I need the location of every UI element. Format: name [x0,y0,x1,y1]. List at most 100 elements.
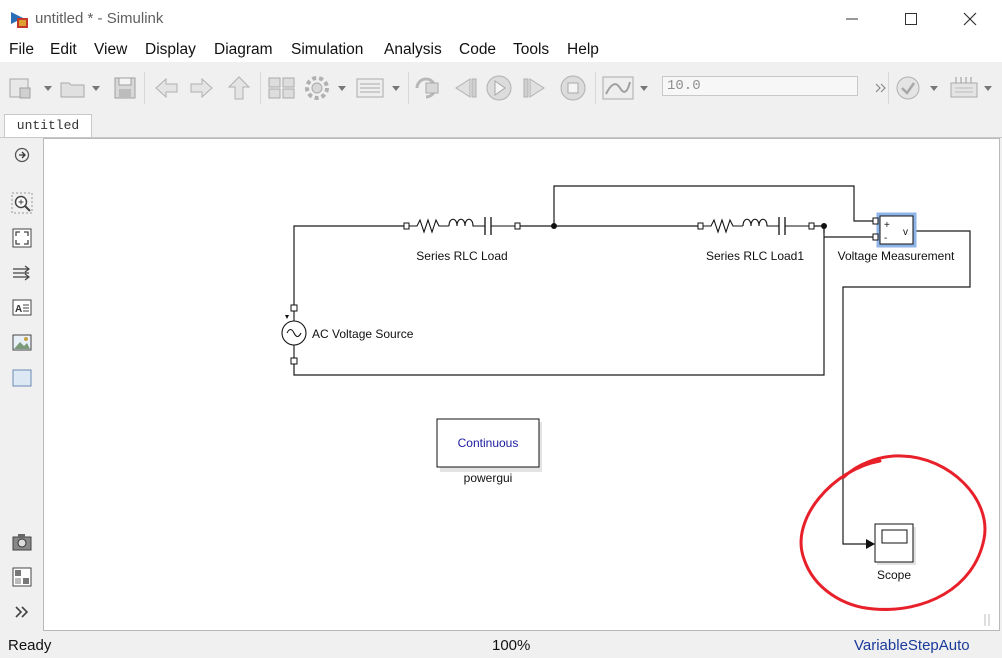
status-text: Ready [8,637,52,654]
image-icon [12,334,32,351]
window-title: untitled * - Simulink [35,10,164,27]
powergui-block[interactable]: Continuous powergui [436,418,542,485]
image-button[interactable] [10,332,34,354]
data-inspector-icon [602,76,648,100]
menu-edit[interactable]: Edit [50,41,77,59]
vm-minus-label: - [884,233,887,244]
up-button[interactable] [225,74,253,102]
model-tab-strip: untitled [0,114,1002,138]
stop-time-input[interactable]: 10.0 [662,76,858,96]
simulink-app-icon [11,12,28,28]
series-rlc-load1-block[interactable]: Series RLC Load1 [697,217,815,263]
svg-text:A: A [15,304,22,315]
new-model-icon [9,78,52,99]
vm-plus-label: + [884,220,890,231]
stepper-icon [415,77,439,99]
toolbar-separator [408,72,409,104]
minimize-icon [846,18,858,20]
maximize-icon [905,13,917,25]
save-button[interactable] [112,74,138,102]
maximize-button[interactable] [899,8,923,30]
resize-grip[interactable] [984,614,990,626]
explorer-toggle-icon [14,147,30,163]
step-forward-button[interactable] [520,74,550,102]
wire-source-to-rlc[interactable] [293,225,405,308]
simulation-stepper-button[interactable] [412,74,442,102]
library-browser-button[interactable] [266,74,298,102]
toolbar: 10.0 [0,62,1002,115]
menu-code[interactable]: Code [459,41,496,59]
arrow-right-icon [190,77,213,99]
status-bar: Ready 100% VariableStepAuto [0,632,1002,658]
annotation-button[interactable]: A [10,297,34,319]
fit-view-icon [12,228,32,248]
ac-voltage-source-block[interactable]: AC Voltage Source [281,304,414,365]
screenshot-button[interactable] [10,531,34,553]
model-canvas[interactable]: Series RLC Load Series RLC Load1 + - v V… [43,138,1000,631]
close-icon [963,12,977,26]
model-browser-icon [12,567,32,587]
vm-output-label: v [903,227,908,238]
menu-simulation[interactable]: Simulation [291,41,363,59]
zoom-in-icon [11,192,33,214]
solver-link[interactable]: VariableStepAuto [854,637,970,654]
run-button[interactable] [484,74,514,102]
forward-button[interactable] [188,74,216,102]
close-button[interactable] [958,8,982,30]
model-advisor-button[interactable] [892,74,942,102]
new-model-button[interactable] [6,74,54,102]
scope-input-arrow [866,539,875,549]
toolbar-separator [260,72,261,104]
settings-button[interactable] [302,74,350,102]
fit-to-view-button[interactable] [10,227,34,249]
model-explorer-icon [356,78,400,98]
toolbar-separator [888,72,889,104]
back-button[interactable] [152,74,180,102]
save-icon [114,77,136,99]
expand-palette-button[interactable] [10,601,34,623]
block-label: Series RLC Load1 [706,249,804,263]
powergui-mode-text: Continuous [458,436,519,450]
menu-diagram[interactable]: Diagram [214,41,273,59]
hide-show-explorer-button[interactable] [10,144,34,166]
zoom-button[interactable] [10,192,34,214]
route-lines-button[interactable] [10,262,34,284]
menu-file[interactable]: File [9,41,34,59]
menu-bar: File Edit View Display Diagram Simulatio… [0,38,1002,62]
title-bar: untitled * - Simulink [0,0,1002,38]
junction-dot [551,223,557,229]
menu-view[interactable]: View [94,41,127,59]
menu-analysis[interactable]: Analysis [384,41,442,59]
stop-button[interactable] [558,74,588,102]
model-browser-button[interactable] [10,566,34,588]
model-explorer-button[interactable] [354,74,404,102]
arrow-up-icon [227,76,251,100]
block-diagram: Series RLC Load Series RLC Load1 + - v V… [281,185,990,626]
step-back-icon [455,78,477,98]
play-icon [486,75,512,101]
series-rlc-load-block[interactable]: Series RLC Load [403,217,521,263]
area-button[interactable] [10,367,34,389]
route-lines-icon [13,265,30,281]
connection-lines [293,185,971,545]
open-button[interactable] [58,74,106,102]
block-label: AC Voltage Source [312,327,414,341]
step-back-button[interactable] [450,74,480,102]
scope-block[interactable]: Scope [874,523,916,582]
check-icon [896,76,938,100]
menu-display[interactable]: Display [145,41,196,59]
folder-icon [60,82,100,98]
tab-untitled[interactable]: untitled [4,114,92,137]
annotation-icon: A [12,299,32,316]
signal-vm-to-scope[interactable] [842,230,971,545]
block-label: Series RLC Load [416,249,507,263]
gear-icon [305,76,346,100]
data-inspector-button[interactable] [600,74,654,102]
build-button[interactable] [948,74,998,102]
menu-help[interactable]: Help [567,41,599,59]
area-icon [12,369,32,387]
junction-dot [821,223,827,229]
menu-tools[interactable]: Tools [513,41,549,59]
zoom-level: 100% [492,637,531,654]
minimize-button[interactable] [840,8,864,30]
